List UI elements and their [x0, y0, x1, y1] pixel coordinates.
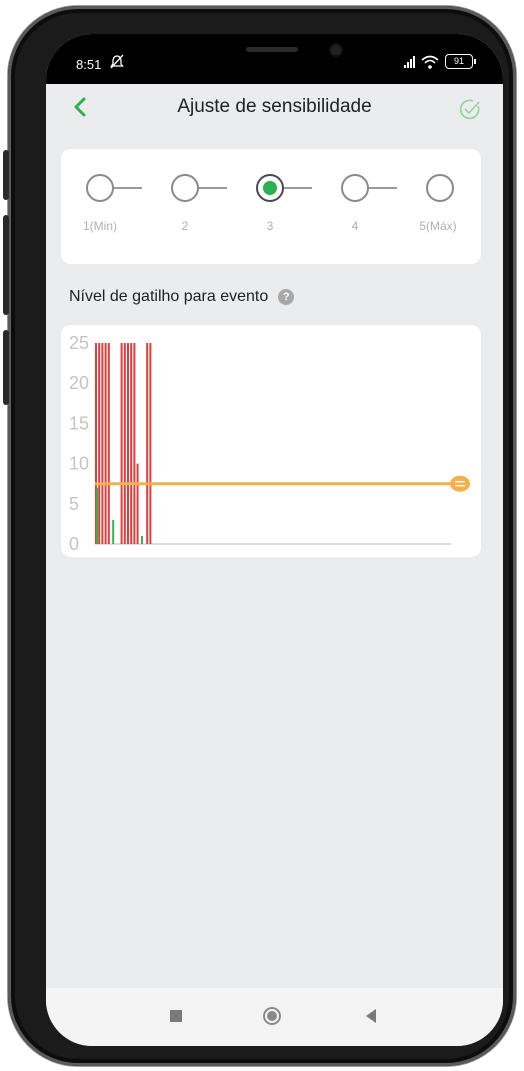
sensitivity-option-1[interactable] [86, 174, 114, 202]
speaker-grille [246, 47, 298, 52]
sensitivity-selector: 1(Min) 2 3 4 5(Máx) [61, 149, 481, 264]
trigger-chart-card: 25 20 15 10 5 0 [61, 325, 481, 557]
screen: 8:51 91 Ajuste de sensibilidade 1(Min) 2… [46, 34, 503, 1046]
system-back-icon[interactable] [366, 1009, 376, 1023]
y-tick-label: 20 [69, 373, 89, 393]
bar-red [149, 343, 152, 544]
bar-red [123, 343, 126, 544]
sensitivity-label-3: 3 [266, 219, 274, 233]
home-icon[interactable] [263, 1007, 281, 1025]
status-time: 8:51 [76, 57, 102, 72]
bar-red [104, 343, 107, 544]
system-nav-bar [46, 988, 503, 1046]
bell-off-icon [110, 54, 124, 69]
bar-red [107, 343, 110, 544]
bar-red [133, 343, 136, 544]
power-button [3, 330, 9, 405]
status-icons: 91 [404, 54, 476, 69]
sensitivity-label-5: 5(Máx) [419, 219, 457, 233]
bar-red [98, 343, 101, 544]
help-icon[interactable]: ? [278, 289, 295, 305]
threshold-handle[interactable] [450, 475, 470, 492]
sensitivity-option-4[interactable] [341, 174, 369, 202]
bar-green [141, 535, 143, 544]
bar-red [136, 463, 139, 544]
trigger-level-chart: 25 20 15 10 5 0 [69, 333, 470, 554]
volume-down-button [3, 215, 9, 315]
threshold-handle-knob[interactable] [450, 475, 470, 492]
sensitivity-option-3[interactable] [256, 174, 284, 202]
bar-red [146, 343, 149, 544]
sensitivity-label-4: 4 [351, 219, 359, 233]
y-tick-label: 15 [69, 413, 89, 433]
bar-green [96, 487, 99, 544]
y-tick-label: 10 [69, 454, 89, 474]
sensitivity-label-2: 2 [181, 219, 189, 233]
app-header: Ajuste de sensibilidade [46, 84, 503, 134]
bar-red [127, 343, 129, 544]
y-tick-label: 5 [69, 494, 79, 514]
step-connector [366, 187, 397, 189]
recent-apps-icon[interactable] [170, 1010, 182, 1022]
signal-icon [404, 55, 415, 68]
sensitivity-label-1: 1(Min) [82, 219, 117, 233]
sensitivity-option-2[interactable] [171, 174, 199, 202]
bar-green [112, 519, 115, 544]
sensitivity-option-5[interactable] [426, 174, 454, 202]
step-connector [196, 187, 227, 189]
step-connector [281, 187, 312, 189]
y-tick-label: 0 [69, 534, 79, 554]
volume-up-button [3, 150, 9, 200]
status-bar: 8:51 91 [46, 34, 503, 84]
confirm-check-icon[interactable] [459, 98, 481, 120]
bar-red [101, 343, 104, 544]
trigger-level-label: Nível de gatilho para evento [69, 288, 269, 305]
bar-red [130, 343, 133, 544]
wifi-icon [421, 55, 439, 69]
front-camera [331, 45, 341, 55]
trigger-level-heading: Nível de gatilho para evento ? [69, 288, 295, 306]
page-title: Ajuste de sensibilidade [177, 96, 372, 117]
step-connector [111, 187, 142, 189]
y-tick-label: 25 [69, 333, 89, 353]
battery-icon: 91 [445, 54, 476, 69]
bar-red [120, 343, 123, 544]
